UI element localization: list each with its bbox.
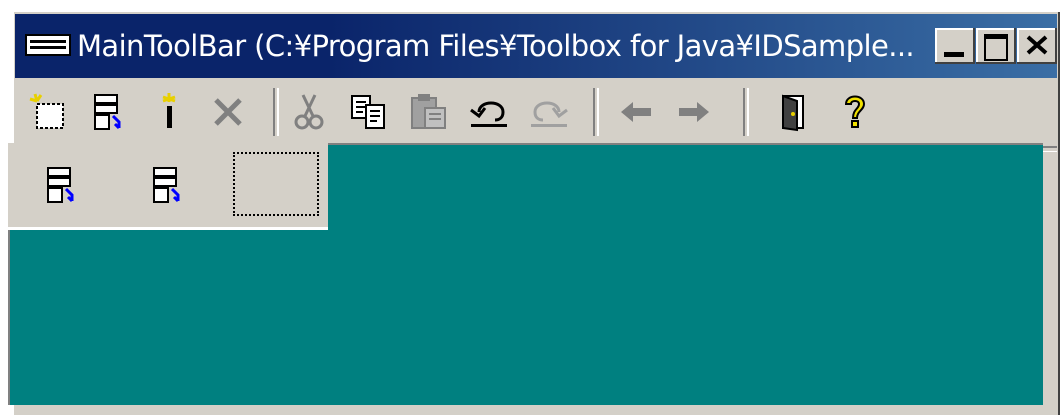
back-icon bbox=[621, 102, 651, 122]
copy-icon bbox=[351, 95, 385, 129]
exit-button[interactable] bbox=[771, 88, 815, 136]
close-icon bbox=[1026, 35, 1048, 55]
palette-item-properties[interactable] bbox=[138, 155, 198, 215]
palette-item-properties[interactable] bbox=[32, 155, 92, 215]
new-icon bbox=[29, 93, 64, 129]
new-button[interactable] bbox=[27, 88, 71, 136]
cut-button[interactable] bbox=[287, 88, 331, 136]
help-icon bbox=[844, 95, 866, 128]
redo-icon bbox=[531, 101, 568, 127]
properties-icon bbox=[94, 94, 121, 130]
minimize-button[interactable] bbox=[935, 28, 975, 64]
forward-icon bbox=[679, 102, 709, 122]
back-button[interactable] bbox=[615, 88, 659, 136]
exit-door-icon bbox=[782, 94, 804, 132]
app-icon[interactable] bbox=[25, 34, 71, 56]
delete-button[interactable] bbox=[207, 88, 251, 136]
wand-button[interactable] bbox=[147, 88, 191, 136]
toolbar-separator bbox=[743, 88, 749, 136]
maximize-button[interactable] bbox=[976, 28, 1016, 64]
toolbar-separator bbox=[273, 88, 279, 136]
copy-button[interactable] bbox=[347, 88, 391, 136]
properties-icon bbox=[47, 167, 74, 203]
delete-icon bbox=[214, 98, 242, 126]
main-toolbar bbox=[15, 82, 1057, 146]
help-button[interactable] bbox=[833, 88, 877, 136]
title-bar[interactable]: MainToolBar (C:¥Program Files¥Toolbox fo… bbox=[15, 14, 1057, 78]
component-palette bbox=[8, 143, 328, 230]
window-title: MainToolBar (C:¥Program Files¥Toolbox fo… bbox=[77, 29, 915, 63]
paste-button[interactable] bbox=[407, 88, 451, 136]
properties-icon bbox=[153, 167, 180, 203]
undo-button[interactable] bbox=[467, 88, 511, 136]
undo-icon bbox=[470, 101, 507, 127]
cut-icon bbox=[294, 94, 324, 130]
close-button[interactable] bbox=[1017, 28, 1057, 64]
redo-button[interactable] bbox=[527, 88, 571, 136]
palette-empty-slot[interactable] bbox=[233, 152, 319, 216]
properties-button[interactable] bbox=[87, 88, 131, 136]
forward-button[interactable] bbox=[671, 88, 715, 136]
paste-icon bbox=[411, 94, 446, 129]
wand-icon bbox=[162, 93, 176, 128]
toolbar-separator bbox=[593, 88, 599, 136]
